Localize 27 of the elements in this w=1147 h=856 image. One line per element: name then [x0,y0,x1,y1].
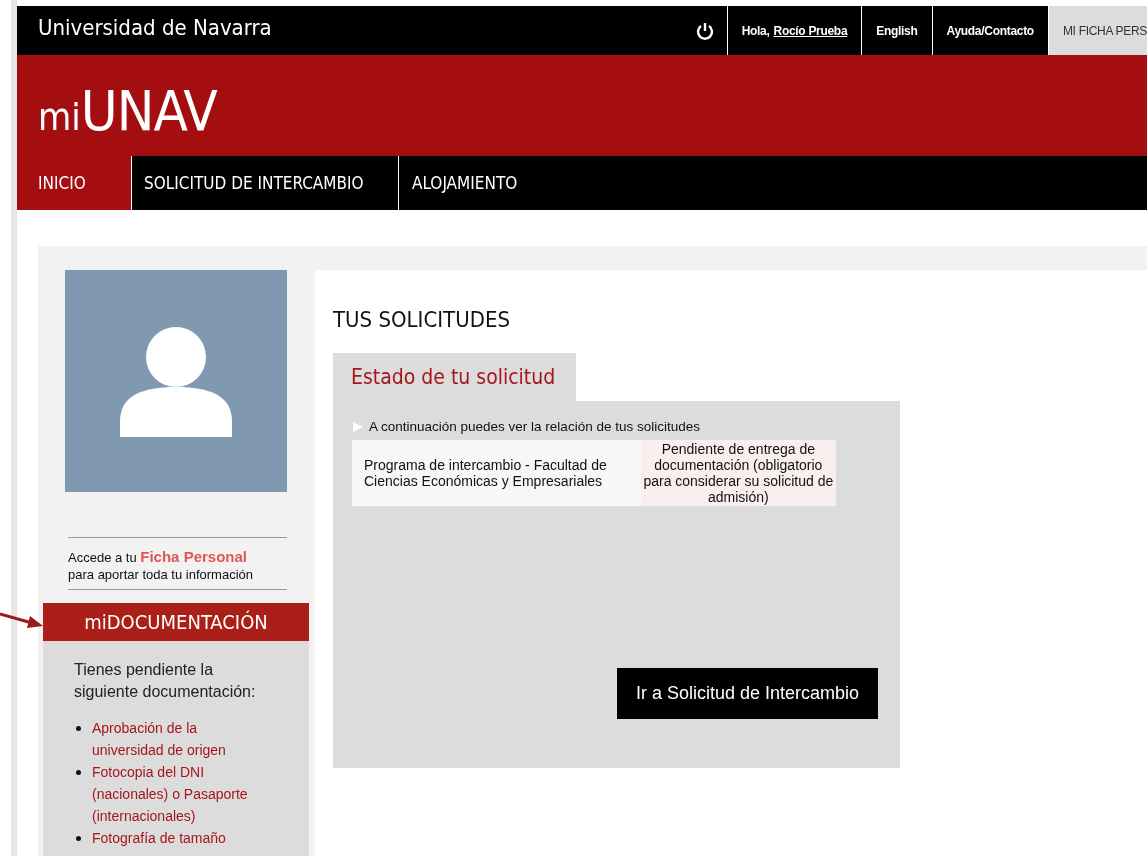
table-cell: Pendiente de entrega de documentación (obligatorio para considerar su solicitud de admisión) [640,440,836,506]
exchange-button[interactable]: Ir a Solicitud de Intercambio [617,668,878,719]
intro-text: A continuación puedes ver la relación de tus solicitudes [369,419,700,434]
nav-tab[interactable]: ALOJAMIENTO [399,156,540,210]
doc-intro-text: Tienes pendiente la siguiente documentación: [74,660,257,702]
ficha-text: Accede a tu Ficha Personal para aportar toda tu información [68,537,287,590]
document-link[interactable]: Aprobación de la universidad de origen [92,717,267,761]
annotation-arrow [0,610,44,630]
table-cell: Programa de intercambio - Facultad de Ciencias Económicas y Empresariales [352,440,641,506]
document-link[interactable]: Fotografía de tamaño [92,827,267,849]
user-silhouette-icon [120,325,232,437]
power-icon[interactable] [694,20,715,41]
nav-tab[interactable]: INICIO [17,156,132,210]
site-title[interactable]: Universidad de Navarra [17,15,272,40]
nav-tab[interactable]: SOLICITUD DE INTERCAMBIO [132,156,399,210]
bullet-icon [76,726,81,731]
greeting-text: Hola, [741,23,770,38]
logo[interactable]: miUNAV [17,78,217,143]
page-heading: TUS SOLICITUDES [333,307,511,334]
panel-tab[interactable]: Estado de tu solicitud [333,353,576,401]
bullet-icon [76,836,81,841]
user-link[interactable]: Rocío Prueba [773,23,848,38]
triangle-icon [353,421,363,432]
section-header: miDOCUMENTACIÓN [43,603,309,641]
bullet-icon [76,770,81,775]
document-link[interactable]: Fotocopia del DNI (nacionales) o Pasaporte (internacionales) [92,761,267,827]
top-link[interactable]: MI FICHA PERS [1047,6,1147,55]
